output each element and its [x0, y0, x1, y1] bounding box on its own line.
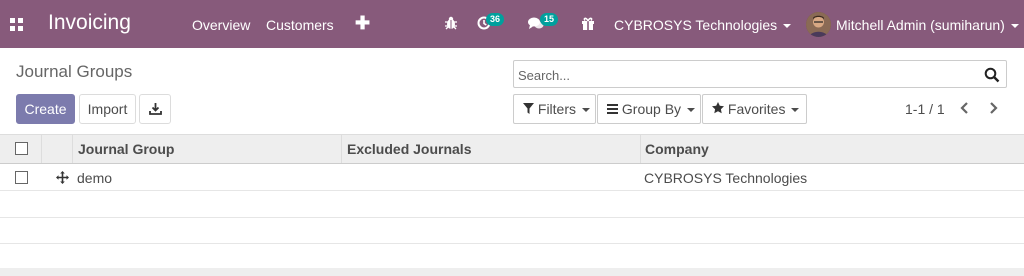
column-divider	[41, 135, 42, 163]
activity-clock-icon[interactable]: 36	[477, 13, 505, 32]
download-icon	[148, 103, 162, 115]
apps-menu-icon[interactable]	[10, 18, 23, 31]
caret-down-icon	[783, 24, 792, 29]
breadcrumb-title: Journal Groups	[16, 62, 133, 81]
drag-handle-icon[interactable]	[56, 171, 69, 184]
empty-table-row	[0, 192, 1024, 218]
user-menu[interactable]: Mitchell Admin (sumiharun)	[836, 17, 1019, 33]
select-all-checkbox[interactable]	[15, 142, 28, 155]
previous-page-icon[interactable]	[960, 101, 970, 119]
user-name: Mitchell Admin (sumiharun)	[836, 17, 1005, 33]
menu-overview[interactable]: Overview	[192, 17, 250, 33]
export-button[interactable]	[139, 94, 171, 124]
caret-down-icon	[687, 108, 696, 113]
messages-count-badge: 15	[540, 13, 559, 26]
column-divider	[72, 135, 73, 163]
table-footer	[0, 268, 1024, 276]
filter-icon	[523, 103, 534, 114]
import-button[interactable]: Import	[79, 94, 136, 124]
groupby-dropdown[interactable]: Group By	[597, 94, 701, 124]
favorites-label: Favorites	[727, 101, 786, 117]
activity-count-badge: 36	[486, 13, 505, 26]
column-header-journal-group[interactable]: Journal Group	[78, 135, 174, 163]
next-page-icon[interactable]	[988, 101, 998, 119]
bug-icon[interactable]	[444, 16, 460, 32]
messages-icon[interactable]: 15	[528, 13, 559, 32]
app-name[interactable]: Invoicing	[48, 11, 131, 35]
column-header-company[interactable]: Company	[645, 135, 709, 163]
groupby-label: Group By	[621, 101, 682, 117]
journal-group-cell: demo	[77, 170, 113, 186]
menu-customers[interactable]: Customers	[266, 17, 334, 33]
column-header-excluded-journals[interactable]: Excluded Journals	[347, 135, 471, 163]
search-box	[513, 60, 1007, 88]
star-icon	[712, 102, 724, 114]
column-divider	[341, 135, 342, 163]
caret-down-icon	[791, 108, 800, 113]
filters-label: Filters	[537, 101, 577, 117]
search-input[interactable]	[518, 65, 978, 85]
pager-value[interactable]: 1-1 / 1	[905, 101, 945, 117]
search-icon[interactable]	[984, 67, 1000, 83]
gift-icon[interactable]	[581, 16, 597, 32]
caret-down-icon	[1010, 24, 1019, 29]
table-header: Journal Group Excluded Journals Company	[0, 134, 1024, 164]
list-icon	[607, 104, 618, 114]
caret-down-icon	[582, 108, 591, 113]
plus-menu-icon[interactable]: ✚	[355, 13, 370, 34]
company-switcher[interactable]: CYBROSYS Technologies	[614, 17, 792, 33]
table-row[interactable]: demo CYBROSYS Technologies	[0, 165, 1024, 191]
empty-table-row	[0, 218, 1024, 244]
filters-dropdown[interactable]: Filters	[513, 94, 596, 124]
column-divider	[640, 135, 641, 163]
company-cell: CYBROSYS Technologies	[644, 170, 808, 186]
create-button[interactable]: Create	[16, 94, 75, 124]
user-avatar[interactable]	[806, 12, 831, 37]
row-checkbox[interactable]	[15, 171, 28, 184]
favorites-dropdown[interactable]: Favorites	[702, 94, 807, 124]
empty-table-row	[0, 243, 1024, 269]
company-name: CYBROSYS Technologies	[614, 17, 778, 33]
top-navbar: Invoicing Overview Customers ✚ 36 15 CYB…	[0, 0, 1024, 48]
